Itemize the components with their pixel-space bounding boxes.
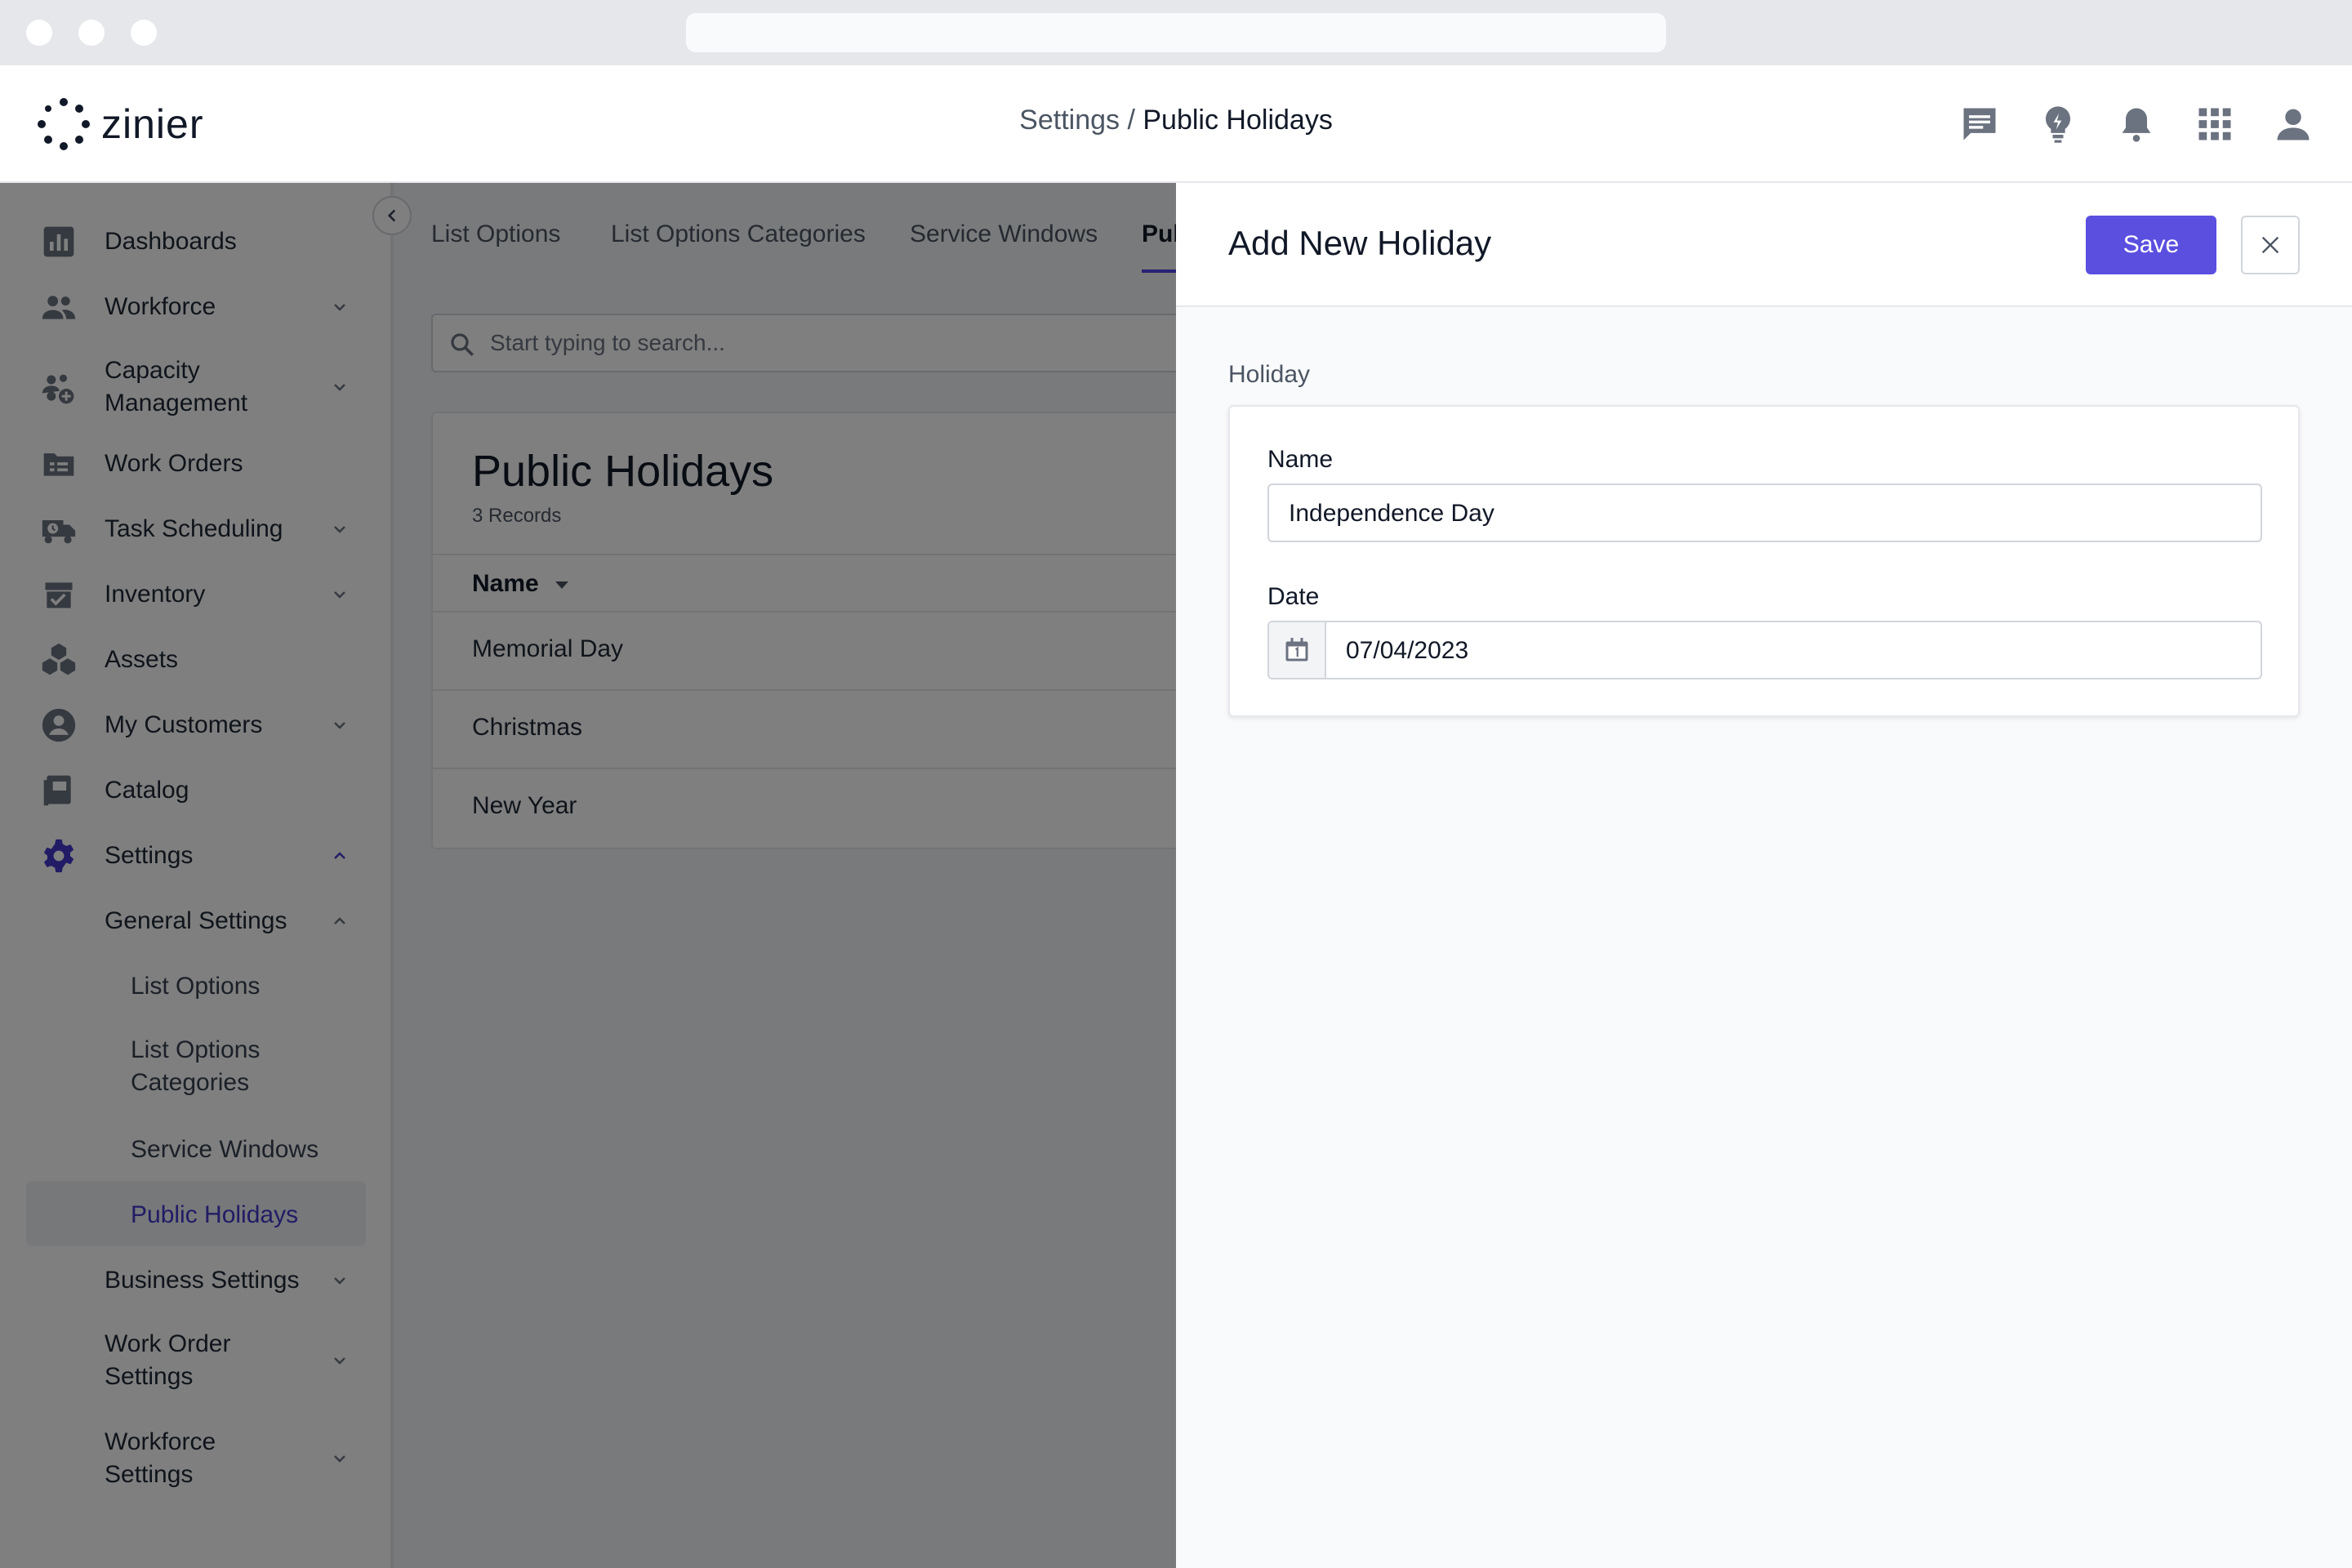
date-field[interactable]: 07/04/2023 <box>1267 621 2262 679</box>
name-value: Independence Day <box>1289 500 1494 527</box>
window-minimize-dot[interactable] <box>78 20 105 46</box>
name-field[interactable]: Independence Day <box>1267 483 2262 542</box>
add-holiday-drawer: Add New Holiday Save Holiday Name Indepe… <box>1176 183 2352 1568</box>
holiday-form: Name Independence Day Date 07/04/2023 <box>1228 405 2300 717</box>
lightbulb-icon[interactable] <box>2037 103 2079 145</box>
breadcrumb-separator: / <box>1120 105 1143 136</box>
app-header: zinier Settings / Public Holidays <box>0 65 2352 183</box>
window-close-dot[interactable] <box>26 20 52 46</box>
date-picker-button[interactable] <box>1269 622 1326 678</box>
date-label: Date <box>1267 583 1320 610</box>
close-icon <box>2261 236 2279 254</box>
date-value: 07/04/2023 <box>1346 637 1469 664</box>
drawer-title: Add New Holiday <box>1228 224 1492 262</box>
breadcrumb-current: Public Holidays <box>1143 105 1333 136</box>
section-label: Holiday <box>1228 361 1311 388</box>
save-button[interactable]: Save <box>2086 216 2216 274</box>
browser-chrome <box>0 0 2352 65</box>
url-bar[interactable] <box>686 13 1666 52</box>
name-label: Name <box>1267 446 1334 473</box>
calendar-icon <box>1285 638 1308 662</box>
close-button[interactable] <box>2241 216 2300 274</box>
breadcrumb-parent[interactable]: Settings <box>1019 105 1120 136</box>
bell-icon[interactable] <box>2115 103 2158 145</box>
drawer-header: Add New Holiday Save <box>1176 183 2352 307</box>
user-icon[interactable] <box>2272 103 2314 145</box>
modal-backdrop[interactable] <box>0 183 1176 1568</box>
apps-grid-icon[interactable] <box>2194 103 2236 145</box>
chat-icon[interactable] <box>1958 103 2001 145</box>
window-maximize-dot[interactable] <box>131 20 157 46</box>
